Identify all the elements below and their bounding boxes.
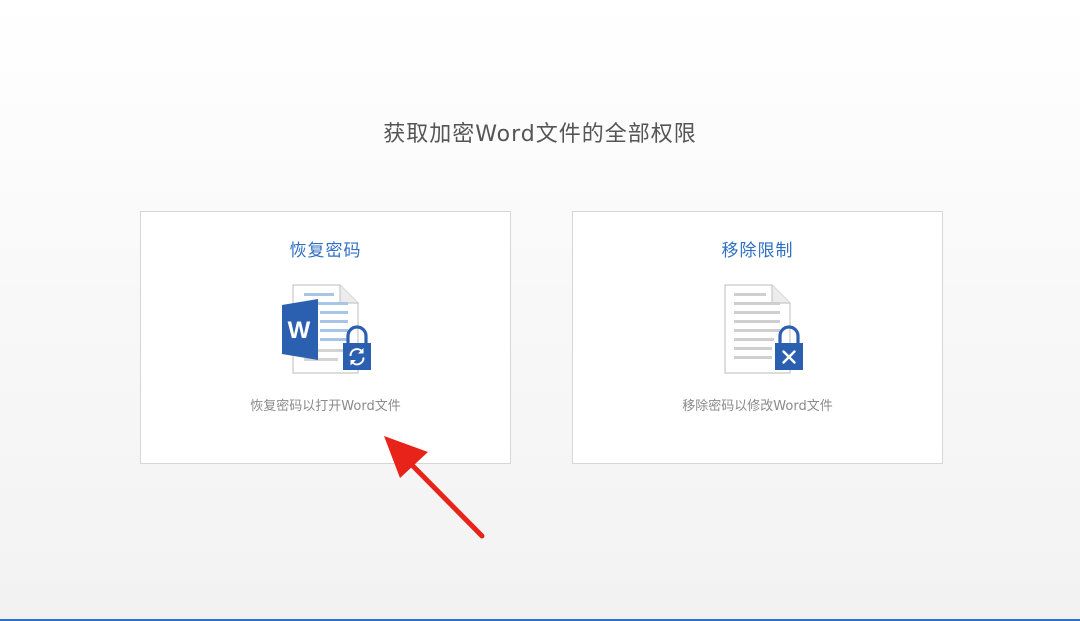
page-title: 获取加密Word文件的全部权限 [383, 122, 697, 147]
recover-password-card[interactable]: 恢复密码 W 恢复密码以打开Word文件 [140, 211, 511, 464]
remove-restrictions-description: 移除密码以修改Word文件 [682, 399, 833, 414]
remove-restrictions-card[interactable]: 移除限制 移除密码以修改Word文件 [572, 211, 943, 464]
svg-text:W: W [288, 317, 311, 344]
recover-password-description: 恢复密码以打开Word文件 [250, 399, 401, 414]
word-document-unlock-icon: W [278, 283, 378, 378]
document-lock-remove-icon [710, 283, 810, 378]
recover-password-title: 恢复密码 [289, 241, 362, 261]
remove-restrictions-title: 移除限制 [721, 241, 794, 261]
